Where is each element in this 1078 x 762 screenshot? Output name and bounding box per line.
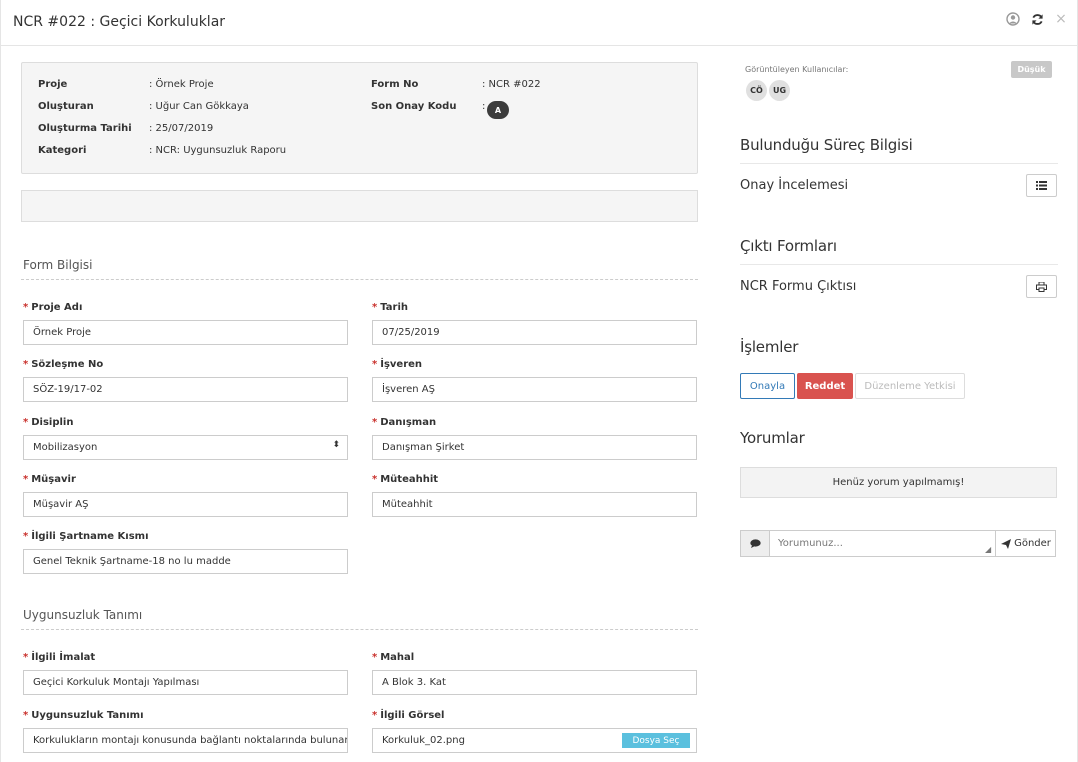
label-ilgili-gorsel: * İlgili Görsel bbox=[372, 710, 445, 721]
label-ilgili-imalat: * İlgili İmalat bbox=[23, 652, 96, 663]
mahal-field[interactable]: A Blok 3. Kat bbox=[372, 670, 697, 695]
comment-icon bbox=[741, 531, 770, 556]
label-isveren: * İşveren bbox=[372, 359, 423, 370]
comment-box: Yorumunuz... ◢ Gönder bbox=[740, 530, 1056, 557]
required-mark: * bbox=[372, 710, 378, 721]
modal-title: NCR #022 : Geçici Korkuluklar bbox=[13, 14, 226, 30]
ncr-modal: NCR #022 : Geçici Korkuluklar × Proje : … bbox=[0, 0, 1078, 762]
yorumlar-title: Yorumlar bbox=[740, 429, 805, 447]
modal-header: NCR #022 : Geçici Korkuluklar × bbox=[1, 0, 1078, 46]
sozlesme-no-field[interactable]: SÖZ-19/17-02 bbox=[23, 377, 348, 402]
label-proje-adi: * Proje Adı bbox=[23, 302, 83, 313]
print-icon bbox=[1036, 281, 1047, 292]
comment-input[interactable]: Yorumunuz... bbox=[778, 538, 843, 549]
cikti-title: Çıktı Formları bbox=[740, 237, 837, 255]
ilgili-imalat-field[interactable]: Geçici Korkuluk Montajı Yapılması bbox=[23, 670, 348, 695]
info-olusturan-value: : Uğur Can Gökkaya bbox=[149, 101, 249, 112]
divider bbox=[740, 264, 1058, 265]
resize-handle-icon[interactable]: ◢ bbox=[985, 545, 991, 554]
muteahhit-field[interactable]: Müteahhit bbox=[372, 492, 697, 517]
avatar[interactable]: UG bbox=[769, 80, 790, 101]
info-tarih-value: : 25/07/2019 bbox=[149, 123, 214, 134]
avatar[interactable]: CÖ bbox=[746, 80, 767, 101]
duzenleme-yetkisi-button[interactable]: Düzenleme Yetkisi bbox=[855, 373, 965, 399]
section-uygunsuzluk: Uygunsuzluk Tanımı bbox=[23, 608, 143, 622]
sartname-field[interactable]: Genel Teknik Şartname-18 no lu madde bbox=[23, 549, 348, 574]
required-mark: * bbox=[23, 710, 29, 721]
section-divider bbox=[21, 629, 698, 630]
label-muteahhit: * Müteahhit bbox=[372, 474, 439, 485]
disiplin-select[interactable]: Mobilizasyon ⬍ bbox=[23, 435, 348, 460]
refresh-icon[interactable] bbox=[1029, 11, 1045, 27]
gorsel-filename: Korkuluk_02.png bbox=[382, 735, 465, 746]
onay-code-badge: A bbox=[487, 101, 509, 119]
list-button[interactable] bbox=[1026, 174, 1057, 197]
info-proje-label: Proje bbox=[38, 79, 68, 90]
required-mark: * bbox=[372, 652, 378, 663]
viewers-label: Görüntüleyen Kullanıcılar: bbox=[745, 65, 849, 74]
section-divider bbox=[21, 279, 698, 280]
info-olusturan-label: Oluşturan bbox=[38, 101, 94, 112]
label-danisman: * Danışman bbox=[372, 417, 437, 428]
uygunsuzluk-tanimi-field[interactable]: Korkulukların montajı konusunda bağlantı… bbox=[23, 728, 348, 753]
required-mark: * bbox=[23, 302, 29, 313]
label-mahal: * Mahal bbox=[372, 652, 415, 663]
label-disiplin: * Disiplin bbox=[23, 417, 74, 428]
dosya-sec-button[interactable]: Dosya Seç bbox=[622, 733, 690, 748]
info-onay-label: Son Onay Kodu bbox=[371, 101, 457, 112]
required-mark: * bbox=[23, 474, 29, 485]
print-button[interactable] bbox=[1026, 275, 1057, 298]
ilgili-gorsel-field[interactable]: Korkuluk_02.png Dosya Seç bbox=[372, 728, 697, 753]
gonder-label: Gönder bbox=[1014, 538, 1051, 549]
divider bbox=[740, 163, 1058, 164]
required-mark: * bbox=[23, 652, 29, 663]
required-mark: * bbox=[372, 302, 378, 313]
info-formno-value: : NCR #022 bbox=[482, 79, 541, 90]
required-mark: * bbox=[372, 359, 378, 370]
musavir-field[interactable]: Müşavir AŞ bbox=[23, 492, 348, 517]
surec-title: Bulunduğu Süreç Bilgisi bbox=[740, 136, 913, 154]
required-mark: * bbox=[372, 417, 378, 428]
info-onay-colon: : bbox=[482, 101, 486, 112]
info-kategori-label: Kategori bbox=[38, 145, 87, 156]
required-mark: * bbox=[23, 531, 29, 542]
label-musavir: * Müşavir bbox=[23, 474, 76, 485]
tarih-field[interactable]: 07/25/2019 bbox=[372, 320, 697, 345]
empty-panel bbox=[21, 190, 698, 222]
priority-badge: Düşük bbox=[1011, 61, 1052, 78]
surec-item: Onay İncelemesi bbox=[740, 178, 849, 193]
cikti-item: NCR Formu Çıktısı bbox=[740, 279, 857, 294]
header-actions: × bbox=[1005, 11, 1069, 27]
info-formno-label: Form No bbox=[371, 79, 419, 90]
info-proje-value: : Örnek Proje bbox=[149, 79, 214, 90]
proje-adi-field[interactable]: Örnek Proje bbox=[23, 320, 348, 345]
no-comment-message: Henüz yorum yapılmamış! bbox=[740, 467, 1057, 498]
onayla-button[interactable]: Onayla bbox=[740, 373, 795, 399]
required-mark: * bbox=[23, 417, 29, 428]
reddet-button[interactable]: Reddet bbox=[797, 373, 853, 399]
user-circle-icon[interactable] bbox=[1005, 11, 1021, 27]
label-sartname: * İlgili Şartname Kısmı bbox=[23, 531, 149, 542]
required-mark: * bbox=[372, 474, 378, 485]
info-tarih-label: Oluşturma Tarihi bbox=[38, 123, 132, 134]
section-form-bilgisi: Form Bilgisi bbox=[23, 258, 93, 272]
label-sozlesme-no: * Sözleşme No bbox=[23, 359, 104, 370]
required-mark: * bbox=[23, 359, 29, 370]
info-kategori-value: : NCR: Uygunsuzluk Raporu bbox=[149, 145, 287, 156]
label-uygunsuzluk-tanimi: * Uygunsuzluk Tanımı bbox=[23, 710, 144, 721]
close-icon[interactable]: × bbox=[1053, 11, 1069, 27]
list-icon bbox=[1036, 181, 1047, 190]
gonder-button[interactable]: Gönder bbox=[995, 531, 1056, 556]
disiplin-value: Mobilizasyon bbox=[33, 442, 98, 453]
danisman-field[interactable]: Danışman Şirket bbox=[372, 435, 697, 460]
isveren-field[interactable]: İşveren AŞ bbox=[372, 377, 697, 402]
info-panel: Proje : Örnek Proje Oluşturan : Uğur Can… bbox=[21, 62, 698, 174]
label-tarih: * Tarih bbox=[372, 302, 408, 313]
send-icon bbox=[1001, 538, 1012, 549]
select-arrows-icon: ⬍ bbox=[332, 440, 340, 450]
islemler-title: İşlemler bbox=[740, 338, 799, 356]
